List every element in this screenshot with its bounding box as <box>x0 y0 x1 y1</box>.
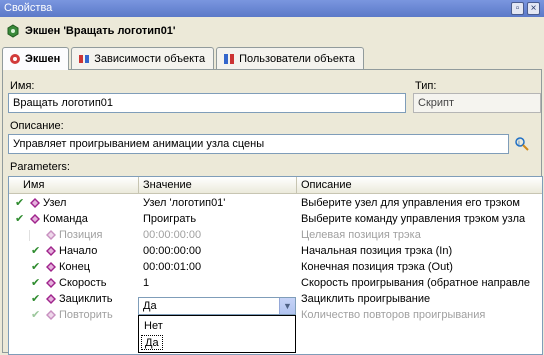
param-description: Скорость проигрывания (обратное направле <box>301 277 530 289</box>
enabled-check-icon: ✔ <box>15 197 25 209</box>
enabled-check-icon: ✔ <box>15 213 25 225</box>
param-description: Конечная позиция трэка (Out) <box>301 261 453 273</box>
grid-header: Имя Значение Описание <box>9 177 542 194</box>
tab-object-dependencies-label: Зависимости объекта <box>94 52 206 65</box>
chevron-down-icon[interactable]: ▼ <box>279 298 295 314</box>
param-name: Зациклить <box>59 293 113 305</box>
param-name: Позиция <box>59 229 103 241</box>
dropdown-option-no[interactable]: Нет <box>141 319 166 334</box>
param-icon <box>30 214 40 224</box>
param-name: Узел <box>43 197 67 209</box>
enabled-check-icon: ✔ <box>31 245 41 257</box>
param-name: Скорость <box>59 277 107 289</box>
param-row-node[interactable]: ✔ Узел Узел 'логотип01' Выберите узел дл… <box>9 195 542 211</box>
loop-dropdown[interactable]: Да ▼ <box>138 297 296 315</box>
window-titlebar: Свойства <box>0 0 544 17</box>
loop-dropdown-value: Да <box>143 300 157 312</box>
param-value[interactable]: Узел 'логотип01' <box>143 195 297 211</box>
description-label: Описание: <box>10 120 64 132</box>
param-value[interactable]: 00:00:00:00 <box>143 243 297 259</box>
column-header-value[interactable]: Значение <box>139 177 297 194</box>
param-icon <box>46 230 56 240</box>
header-title: Экшен 'Вращать логотип01' <box>25 25 176 37</box>
parameters-label: Parameters: <box>10 161 70 173</box>
param-name: Команда <box>43 213 88 225</box>
dependencies-icon <box>79 54 90 63</box>
description-field[interactable]: Управляет проигрыванием анимации узла сц… <box>8 134 509 154</box>
action-tab-icon <box>10 54 20 64</box>
name-label: Имя: <box>10 80 35 92</box>
name-field[interactable]: Вращать логотип01 <box>8 93 406 113</box>
close-button[interactable]: × <box>527 2 540 15</box>
tab-bar: Экшен Зависимости объекта Пользователи о… <box>2 47 366 70</box>
column-header-description[interactable]: Описание <box>297 177 542 194</box>
action-icon <box>7 24 19 38</box>
users-icon <box>224 53 235 64</box>
param-value[interactable]: Проиграть <box>143 211 297 227</box>
enabled-check-icon: ✔ <box>31 277 41 289</box>
window-title: Свойства <box>4 2 53 14</box>
type-label: Тип: <box>415 80 437 92</box>
param-value[interactable]: 00:00:00:00 <box>143 227 297 243</box>
param-value[interactable]: 00:00:01:00 <box>143 259 297 275</box>
type-field: Скрипт <box>413 93 541 113</box>
param-name: Конец <box>59 261 91 273</box>
param-row-command[interactable]: ✔ Команда Проиграть Выберите команду упр… <box>9 211 542 227</box>
tab-object-users[interactable]: Пользователи объекта <box>216 47 364 69</box>
param-row-start[interactable]: ✔ Начало 00:00:00:00 Начальная позиция т… <box>9 243 542 259</box>
param-icon <box>30 198 40 208</box>
param-icon <box>46 294 56 304</box>
svg-text:i: i <box>518 139 520 147</box>
param-icon <box>46 310 56 320</box>
param-description: Выберите команду управления трэком узла <box>301 213 526 225</box>
param-name: Начало <box>59 245 98 257</box>
param-row-position[interactable]: Позиция 00:00:00:00 Целевая позиция трэк… <box>9 227 542 243</box>
enabled-check-icon: ✔ <box>31 261 41 273</box>
param-icon <box>46 262 56 272</box>
param-row-end[interactable]: ✔ Конец 00:00:01:00 Конечная позиция трэ… <box>9 259 542 275</box>
param-icon <box>46 246 56 256</box>
header: Экшен 'Вращать логотип01' <box>0 17 544 45</box>
column-header-name[interactable]: Имя <box>9 177 139 194</box>
param-description: Количество повторов проигрывания <box>301 309 486 321</box>
tab-object-users-label: Пользователи объекта <box>239 52 355 65</box>
tab-action-label: Экшен <box>25 53 61 65</box>
enabled-check-icon: ✔ <box>31 309 41 321</box>
restore-button[interactable]: ▫ <box>511 2 524 15</box>
param-description: Зациклить проигрывание <box>301 293 431 305</box>
enabled-check-icon: ✔ <box>31 293 41 305</box>
param-row-speed[interactable]: ✔ Скорость 1 Скорость проигрывания (обра… <box>9 275 542 291</box>
param-description: Целевая позиция трэка <box>301 229 421 241</box>
dropdown-option-yes[interactable]: Да <box>141 335 163 350</box>
description-edit-icon[interactable]: i <box>514 136 530 152</box>
loop-dropdown-list: Нет Да <box>138 315 296 353</box>
param-icon <box>46 278 56 288</box>
tree-line <box>29 230 30 241</box>
param-description: Начальная позиция трэка (In) <box>301 245 453 257</box>
param-value[interactable]: 1 <box>143 275 297 291</box>
param-name: Повторить <box>59 309 113 321</box>
tab-object-dependencies[interactable]: Зависимости объекта <box>71 47 215 69</box>
tab-action[interactable]: Экшен <box>2 47 70 70</box>
param-description: Выберите узел для управления его трэком <box>301 197 520 209</box>
